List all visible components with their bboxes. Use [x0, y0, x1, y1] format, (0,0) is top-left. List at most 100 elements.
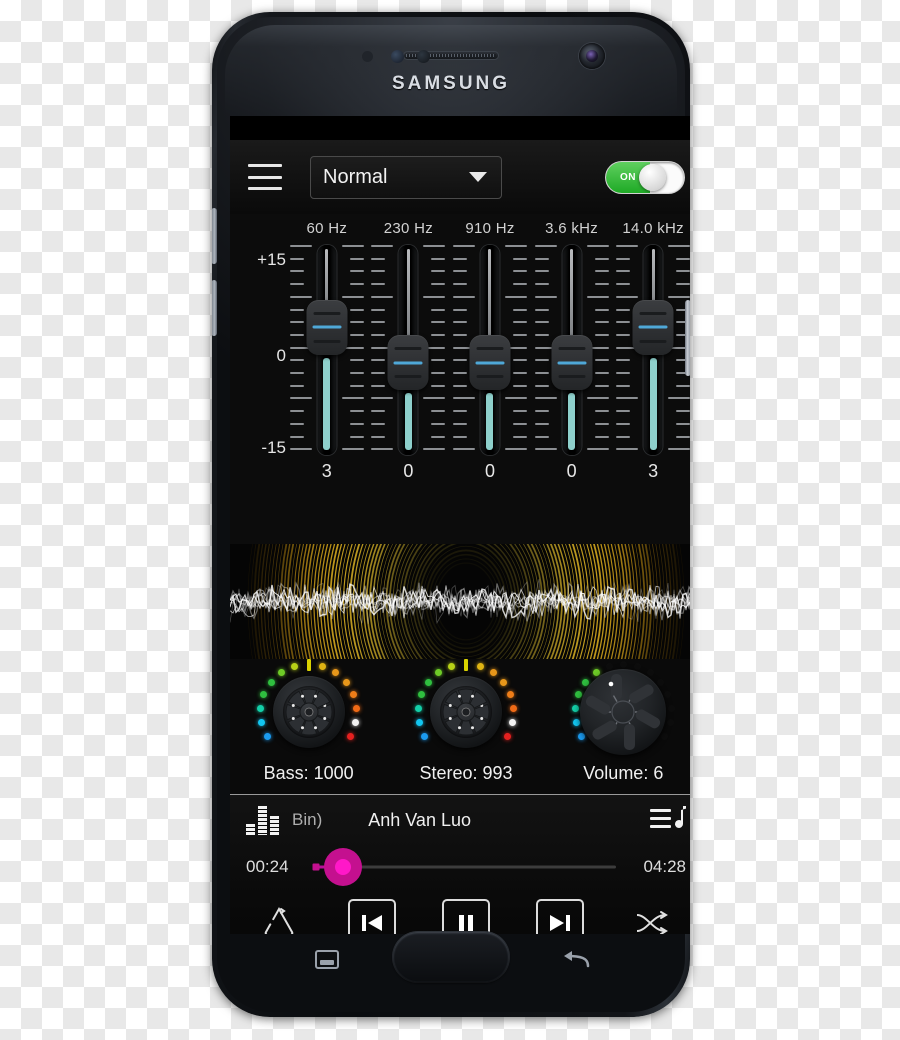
app-header: Normal ON: [230, 140, 690, 214]
total-time-label: 04:28: [643, 857, 686, 876]
knob-led: [573, 719, 581, 727]
playlist-music-note-icon[interactable]: [650, 804, 686, 836]
eq-slider-0[interactable]: [286, 245, 368, 455]
knob-led: [571, 704, 579, 712]
bass-knob[interactable]: [272, 676, 345, 748]
seek-thumb[interactable]: [324, 848, 362, 886]
stereo-knob-face: [439, 686, 492, 738]
knob-led: [666, 719, 674, 727]
knob-led: [510, 704, 518, 712]
volume-knob-ring: [565, 660, 681, 761]
knob-led: [267, 678, 275, 686]
knob-led: [476, 662, 484, 670]
frequency-labels-row: 60 Hz 230 Hz 910 Hz 3.6 kHz 14.0 kHz: [230, 220, 690, 237]
stereo-knob-column: Stereo: 993: [387, 658, 544, 784]
knob-led: [489, 668, 497, 676]
knob-led: [351, 719, 359, 727]
hamburger-menu-icon[interactable]: [248, 164, 282, 190]
back-button[interactable]: [561, 950, 591, 970]
knob-led: [349, 690, 357, 698]
next-track-button[interactable]: [536, 899, 584, 934]
toggle-knob: [639, 163, 666, 191]
eq-slider-3[interactable]: [531, 245, 613, 455]
frequency-label: 910 Hz: [465, 220, 515, 237]
eq-slider-1[interactable]: [368, 245, 450, 455]
knob-led: [500, 678, 507, 686]
stereo-knob[interactable]: [429, 676, 502, 748]
bass-knob-face: [282, 686, 335, 738]
power-button[interactable]: [685, 300, 690, 376]
status-bar: [230, 116, 690, 140]
volume-knob[interactable]: [580, 669, 667, 755]
knob-led: [278, 668, 286, 676]
eq-slider-2[interactable]: [449, 245, 531, 455]
seek-start-marker: [312, 863, 320, 871]
repeat-button[interactable]: [256, 902, 302, 934]
frequency-label: 60 Hz: [306, 220, 348, 237]
knob-led: [414, 704, 422, 712]
eq-band-value: 3: [648, 461, 659, 481]
equalizer-app: Normal ON 60 Hz 230 Hz 910 Hz 3.6 kHz 14…: [230, 116, 690, 934]
track-artist-label: Bin): [292, 810, 323, 829]
scale-label-max: +15: [257, 250, 286, 269]
bass-knob-label: Bass: 1000: [263, 763, 354, 783]
previous-track-button[interactable]: [348, 899, 396, 934]
knob-led: [507, 690, 515, 698]
slider-thumb[interactable]: [469, 335, 511, 391]
knob-led: [424, 678, 432, 686]
scale-label-zero: 0: [276, 346, 286, 365]
preset-dropdown[interactable]: Normal: [310, 155, 502, 199]
equalizer-power-toggle[interactable]: ON: [606, 161, 684, 193]
knob-led: [504, 732, 512, 740]
knob-led: [435, 668, 443, 676]
stereo-knob-label: Stereo: 993: [419, 763, 513, 783]
stereo-knob-ring: [408, 658, 524, 761]
frequency-label: 14.0 kHz: [622, 220, 684, 237]
eq-slider-4[interactable]: [612, 245, 690, 455]
slider-thumb[interactable]: [387, 335, 429, 391]
knob-led: [509, 719, 517, 727]
knob-led: [257, 704, 265, 712]
slider-thumb[interactable]: [632, 299, 674, 355]
volume-down-button[interactable]: [212, 280, 217, 336]
transport-controls: [230, 889, 690, 934]
eq-band-value: 0: [484, 461, 495, 481]
track-metadata: Bin) Anh Van Luo: [284, 810, 650, 831]
iris-sensor-icon: [417, 50, 430, 63]
shuffle-button[interactable]: [630, 902, 676, 934]
slider-thumb-indicator: [475, 361, 505, 365]
knob-led: [346, 732, 354, 740]
page-background: SAMSUNG Normal ON 60 Hz 230 Hz 910 Hz 3.…: [0, 0, 900, 1040]
knob-led: [667, 704, 675, 712]
volume-up-button[interactable]: [212, 208, 217, 264]
equalizer-bars-icon[interactable]: [246, 805, 284, 835]
volume-knob-label: Volume: 6: [583, 763, 664, 783]
knob-led: [619, 660, 627, 668]
seek-slider[interactable]: [312, 848, 616, 886]
bass-knob-column: Bass: 1000: [230, 658, 387, 784]
home-button[interactable]: [393, 932, 509, 982]
slider-fill: [486, 393, 494, 450]
music-player-bar: Bin) Anh Van Luo 00:24 04:28: [230, 794, 690, 934]
recents-button[interactable]: [315, 950, 339, 969]
track-title-label: Anh Van Luo: [368, 809, 471, 830]
slider-thumb-indicator: [312, 325, 342, 329]
knob-led: [415, 719, 423, 727]
slider-fill: [323, 357, 331, 450]
slider-thumb[interactable]: [551, 335, 593, 391]
slider-fill: [404, 393, 412, 450]
front-camera-icon: [579, 43, 605, 69]
knob-position-marker: [306, 658, 311, 671]
knob-led: [258, 719, 266, 727]
slider-fill: [649, 357, 657, 450]
slider-thumb[interactable]: [306, 299, 348, 355]
progress-row: 00:24 04:28: [230, 845, 690, 889]
audio-waveform-visualizer: [230, 544, 690, 659]
knob-led: [260, 690, 268, 698]
phone-body: SAMSUNG Normal ON 60 Hz 230 Hz 910 Hz 3.…: [217, 17, 690, 1012]
slider-fill: [568, 393, 576, 450]
eq-band-value: 3: [321, 461, 332, 481]
slider-thumb-indicator: [393, 361, 423, 365]
bass-knob-ring: [251, 658, 367, 761]
pause-button[interactable]: [442, 899, 490, 934]
